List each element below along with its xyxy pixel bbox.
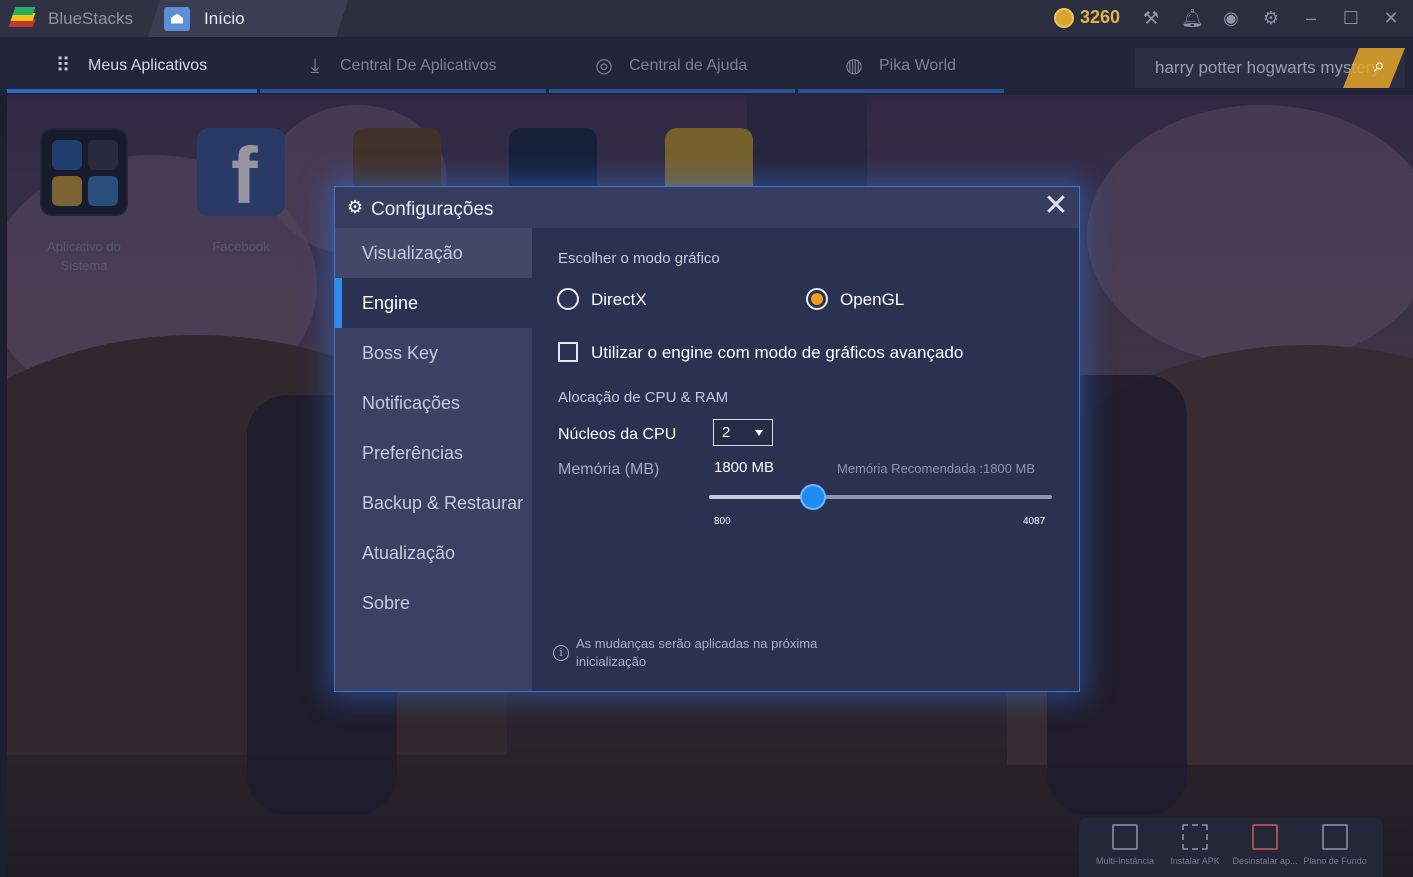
close-icon[interactable]: ✕ bbox=[1381, 8, 1401, 28]
search-icon: ⌕ bbox=[1373, 55, 1385, 77]
hammer-icon[interactable]: ⚒ bbox=[1141, 8, 1161, 28]
settings-sidebar: Visualização Engine Boss Key Notificaçõe… bbox=[335, 228, 532, 691]
engine-settings-panel: Escolher o modo gráfico DirectX OpenGL U… bbox=[532, 228, 1079, 691]
chevron-down-icon bbox=[755, 430, 763, 436]
trash-icon bbox=[1252, 824, 1278, 850]
multi-instance-icon bbox=[1112, 824, 1138, 850]
sidebar-item-engine[interactable]: Engine bbox=[335, 278, 532, 328]
title-bar: BlueStacks Início 3260 ⚒ 🔔︎ ◉ ⚙ – ☐ ✕ bbox=[0, 0, 1413, 37]
nav-underline bbox=[798, 89, 1004, 93]
nav-underline-active bbox=[7, 89, 257, 93]
install-apk-icon bbox=[1182, 824, 1208, 850]
cpu-cores-select[interactable]: 2 bbox=[713, 419, 773, 446]
globe-icon: ◍ bbox=[845, 55, 863, 77]
account-icon[interactable]: ◉ bbox=[1221, 8, 1241, 28]
sidebar-item-visualizacao[interactable]: Visualização bbox=[335, 228, 532, 278]
tab-home-label: Início bbox=[204, 8, 245, 28]
multi-instance-button[interactable]: Multi-Instância bbox=[1089, 822, 1161, 866]
radio-directx[interactable] bbox=[557, 288, 579, 310]
slider-max-label: 4087 bbox=[1023, 516, 1046, 527]
sidebar-item-boss-key[interactable]: Boss Key bbox=[335, 328, 532, 378]
restart-note-line1: As mudanças serão aplicadas na próxima bbox=[576, 636, 818, 651]
settings-dialog: ⚙ Configurações ✕ Visualização Engine Bo… bbox=[334, 186, 1080, 692]
nav-pika-world[interactable]: ◍ Pika World bbox=[843, 37, 956, 95]
coin-icon bbox=[1054, 8, 1074, 28]
slider-min-label: 800 bbox=[714, 516, 731, 527]
memory-slider-fill bbox=[709, 495, 814, 499]
coin-count: 3260 bbox=[1080, 7, 1121, 27]
cpu-cores-label: Núcleos da CPU bbox=[558, 426, 677, 443]
advanced-graphics-checkbox[interactable] bbox=[558, 342, 578, 362]
wallpaper-button[interactable]: Plano de Fundo bbox=[1299, 822, 1371, 866]
sidebar-item-atualizacao[interactable]: Atualização bbox=[335, 528, 532, 578]
memory-slider-thumb[interactable] bbox=[800, 484, 827, 510]
sidebar-item-preferencias[interactable]: Preferências bbox=[335, 428, 532, 478]
advanced-graphics-label: Utilizar o engine com modo de gráficos a… bbox=[591, 343, 964, 362]
sidebar-item-sobre[interactable]: Sobre bbox=[335, 578, 532, 628]
sidebar-item-notificacoes[interactable]: Notificações bbox=[335, 378, 532, 428]
memory-label: Memória (MB) bbox=[558, 461, 660, 478]
uninstall-app-button[interactable]: Desinstalar ap... bbox=[1229, 822, 1301, 866]
nav-pika-world-label: Pika World bbox=[879, 57, 957, 74]
dialog-close-button[interactable]: ✕ bbox=[1043, 191, 1069, 221]
bluestacks-logo-icon bbox=[8, 6, 36, 31]
tool-label: Multi-Instância bbox=[1095, 856, 1155, 866]
nav-help-center[interactable]: ◎ Central de Ajuda bbox=[593, 37, 747, 95]
nav-my-apps[interactable]: ⠿ Meus Aplicativos bbox=[52, 37, 208, 95]
bell-icon[interactable]: 🔔︎ bbox=[1181, 8, 1204, 28]
radio-directx-label: DirectX bbox=[591, 290, 647, 309]
sidebar-item-backup[interactable]: Backup & Restaurar bbox=[335, 478, 532, 528]
tab-home[interactable]: Início bbox=[148, 0, 348, 37]
dialog-header: ⚙ Configurações ✕ bbox=[335, 187, 1079, 228]
nav-app-center-label: Central De Aplicativos bbox=[340, 57, 497, 74]
nav-underline bbox=[260, 89, 546, 93]
tool-label: Plano de Fundo bbox=[1303, 856, 1367, 866]
app-brand: BlueStacks bbox=[0, 0, 160, 37]
app-name: BlueStacks bbox=[48, 8, 134, 28]
cpu-cores-value: 2 bbox=[722, 424, 731, 441]
maximize-icon[interactable]: ☐ bbox=[1341, 8, 1361, 28]
bottom-toolbar: Multi-Instância Instalar APK Desinstalar… bbox=[1079, 818, 1383, 877]
info-icon: i bbox=[553, 645, 569, 661]
radio-opengl-label: OpenGL bbox=[840, 290, 905, 309]
gear-icon[interactable]: ⚙ bbox=[1261, 8, 1281, 28]
search-input[interactable]: harry potter hogwarts mystery bbox=[1155, 58, 1380, 78]
restart-note-line2: inicialização bbox=[576, 654, 647, 669]
settings-gear-icon: ⚙ bbox=[347, 197, 364, 217]
tool-label: Instalar APK bbox=[1170, 856, 1220, 866]
minimize-icon[interactable]: – bbox=[1301, 8, 1321, 28]
install-apk-button[interactable]: Instalar APK bbox=[1159, 822, 1231, 866]
lifebuoy-icon: ◎ bbox=[595, 55, 613, 77]
download-icon: ⤓ bbox=[310, 55, 320, 77]
memory-recommended: Memória Recomendada :1800 MB bbox=[837, 461, 1035, 476]
cpu-ram-heading: Alocação de CPU & RAM bbox=[558, 389, 729, 406]
tool-label: Desinstalar ap... bbox=[1232, 856, 1298, 866]
search-box[interactable]: harry potter hogwarts mystery ⌕ bbox=[1135, 48, 1405, 88]
memory-value: 1800 MB bbox=[714, 459, 775, 476]
graphics-mode-heading: Escolher o modo gráfico bbox=[558, 250, 720, 267]
image-icon bbox=[1322, 824, 1348, 850]
nav-underline bbox=[549, 89, 795, 93]
nav-help-center-label: Central de Ajuda bbox=[629, 57, 748, 74]
dialog-title: Configurações bbox=[371, 199, 494, 220]
grid-icon: ⠿ bbox=[55, 55, 71, 77]
nav-my-apps-label: Meus Aplicativos bbox=[88, 57, 208, 74]
nav-app-center[interactable]: ⤓ Central De Aplicativos bbox=[304, 37, 497, 95]
home-icon bbox=[164, 7, 190, 31]
radio-opengl[interactable] bbox=[806, 288, 828, 310]
